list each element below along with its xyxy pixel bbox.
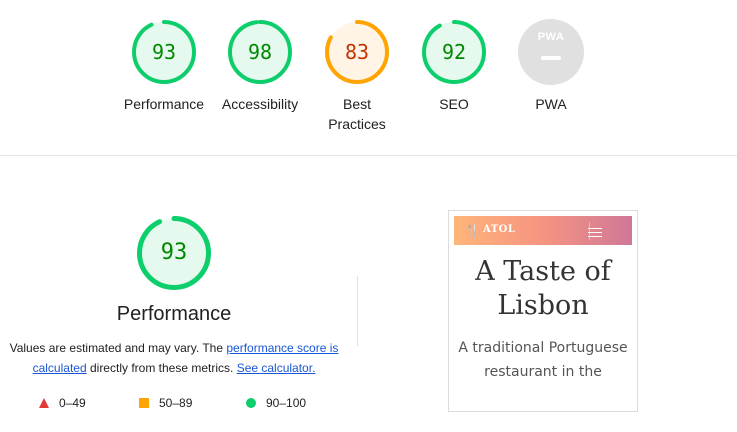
score-ring: 83 (324, 19, 390, 85)
score-ring: 92 (421, 19, 487, 85)
performance-title: Performance (116, 303, 232, 325)
legend-item-average: 50–89 (139, 396, 192, 410)
pwa-badge-text: PWA (537, 31, 565, 43)
score-ring: 93 (131, 19, 197, 85)
legend-range: 50–89 (159, 396, 193, 410)
performance-summary: 93 Performance Values are estimated and … (0, 215, 348, 378)
gauge-label: PWA (535, 96, 567, 112)
score-value: 98 (247, 40, 273, 64)
square-icon (139, 398, 149, 408)
score-value: 93 (151, 40, 177, 64)
category-gauges: 93 Performance 98 Accessibility 83 Best … (0, 0, 737, 155)
desc-text: Values are estimated and may vary. The (9, 341, 227, 355)
gauge-label: SEO (439, 96, 469, 112)
pwa-icon: PWA (518, 19, 584, 85)
performance-description: Values are estimated and may vary. The p… (9, 338, 339, 378)
performance-score-value: 93 (160, 240, 188, 265)
see-calculator-link[interactable]: See calculator. (237, 361, 316, 375)
page-screenshot[interactable]: 🍴 ATOL A Taste of Lisbon A traditional P… (448, 210, 638, 412)
legend-item-fail: 0–49 (39, 396, 86, 410)
hamburger-menu-icon (588, 225, 602, 240)
gauge-label: Performance (123, 96, 205, 112)
triangle-icon (39, 398, 49, 408)
desc-text: directly from these metrics. (86, 361, 237, 375)
legend-item-pass: 90–100 (246, 396, 306, 410)
score-value: 83 (344, 40, 370, 64)
circle-icon (246, 398, 256, 408)
gauge-seo[interactable]: 92 SEO (405, 19, 503, 114)
site-header: 🍴 ATOL (454, 216, 632, 245)
gauge-label: Best Practices (328, 96, 386, 132)
score-legend: 0–49 50–89 90–100 (0, 396, 348, 412)
gauge-accessibility[interactable]: 98 Accessibility (211, 19, 309, 114)
dash-icon (541, 56, 561, 60)
vertical-divider (357, 276, 358, 346)
gauge-performance[interactable]: 93 Performance (115, 19, 213, 114)
site-hero-title: A Taste of Lisbon (475, 256, 611, 321)
fork-knife-icon: 🍴 (464, 223, 481, 238)
score-value: 92 (441, 40, 467, 64)
legend-range: 90–100 (266, 396, 307, 410)
gauge-best-practices[interactable]: 83 Best Practices (308, 19, 406, 134)
section-divider (0, 155, 737, 156)
legend-range: 0–49 (59, 396, 86, 410)
gauge-label: Accessibility (221, 96, 299, 112)
site-hero-subtitle: A traditional Portuguese restaurant in t… (458, 340, 628, 380)
score-ring: 98 (227, 19, 293, 85)
gauge-pwa[interactable]: PWA PWA (502, 19, 600, 114)
performance-score-ring: 93 (136, 215, 212, 291)
site-brand: ATOL (483, 224, 516, 235)
pwa-badge: PWA (518, 19, 584, 85)
